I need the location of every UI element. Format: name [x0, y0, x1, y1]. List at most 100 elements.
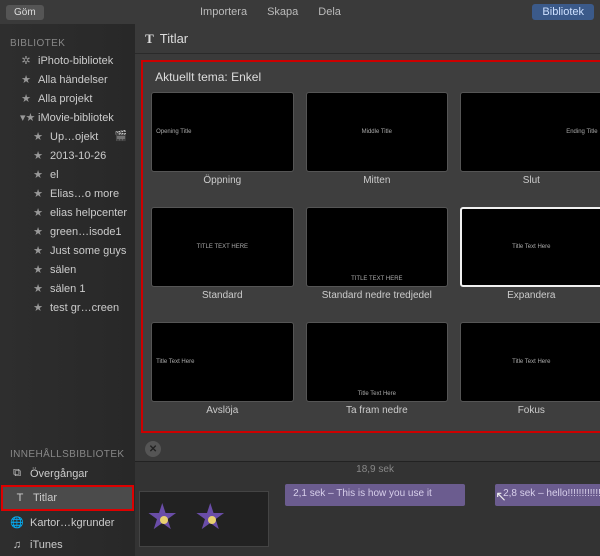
title-clip[interactable]: 2,1 sek – This is how you use it [285, 484, 465, 506]
title-preset[interactable]: Title Text Here Expandera [460, 207, 600, 312]
toolbar-import[interactable]: Importera [200, 6, 247, 18]
title-caption: Fokus [518, 405, 545, 427]
title-thumbnail: TITLE TEXT HERE [306, 207, 449, 287]
title-caption: Mitten [363, 175, 390, 197]
title-caption: Ta fram nedre [346, 405, 408, 427]
panel-title: Titlar [160, 31, 188, 46]
content-library-label: Kartor…kgrunder [30, 517, 114, 529]
content-library-section-label: INNEHÅLLSBIBLIOTEK [0, 445, 135, 462]
title-thumbnail: Title Text Here [460, 322, 600, 402]
content-library-label: iTunes [30, 539, 63, 551]
sidebar-item-label: iPhoto-bibliotek [38, 55, 113, 67]
panel-footer: ✕ how [135, 437, 600, 461]
hide-button[interactable]: Göm [6, 5, 44, 20]
sidebar-item[interactable]: ★ green…isode1 [0, 222, 135, 241]
title-preset[interactable]: TITLE TEXT HERE Standard [151, 207, 294, 312]
sidebar-item[interactable]: ★ elias helpcenter [0, 203, 135, 222]
star-icon [192, 500, 232, 540]
star-icon: ★ [32, 187, 44, 200]
content-library-item[interactable]: 🌐 Kartor…kgrunder [0, 511, 135, 534]
star-icon: ★ [32, 301, 44, 314]
content-library-icon: ⧉ [10, 467, 24, 480]
titles-panel: Aktuellt tema: Enkel Opening TitleÖppnin… [141, 60, 600, 433]
title-thumbnail: Opening Title [151, 92, 294, 172]
sidebar-item[interactable]: ★ sälen [0, 260, 135, 279]
title-caption: Avslöja [206, 405, 238, 427]
sidebar-item-label: Up…ojekt [50, 131, 98, 143]
star-icon: ★ [20, 73, 32, 86]
star-icon: ★ [32, 263, 44, 276]
sidebar-item[interactable]: ★ test gr…creen [0, 298, 135, 317]
video-clip-thumbs[interactable] [139, 491, 269, 547]
content-library-item[interactable]: ⧉ Övergångar [0, 462, 135, 485]
titles-header-icon: T [145, 31, 154, 47]
toolbar-share[interactable]: Dela [318, 6, 341, 18]
sidebar-item[interactable]: ★Alla händelser [0, 70, 135, 89]
content-library-icon: ♫ [10, 539, 24, 551]
timeline[interactable]: 18,9 sek21,0 sek 2,1 sek – This is how y… [135, 461, 600, 556]
sidebar-item-label: sälen [50, 264, 76, 276]
title-thumbnail: TITLE TEXT HERE [151, 207, 294, 287]
title-preset[interactable]: Title Text Here Avslöja [151, 322, 294, 427]
title-preset[interactable]: Ending TitleSlut [460, 92, 600, 197]
content-library-label: Övergångar [30, 468, 88, 480]
content-library-item[interactable]: ♫ iTunes [0, 534, 135, 556]
time-mark [135, 464, 295, 475]
sidebar-item-label: elias helpcenter [50, 207, 127, 219]
title-thumbnail: Middle Title [306, 92, 449, 172]
close-icon[interactable]: ✕ [145, 441, 161, 457]
title-caption: Expandera [507, 290, 555, 312]
time-mark [455, 464, 600, 475]
sidebar-item[interactable]: ★ Just some guys [0, 241, 135, 260]
sidebar-item-label: green…isode1 [50, 226, 122, 238]
star-icon: ★ [32, 149, 44, 162]
content-library-icon: 🌐 [10, 516, 24, 529]
content-library-item[interactable]: T Titlar [1, 485, 134, 511]
star-icon: ★ [32, 206, 44, 219]
sidebar-item-label: 2013-10-26 [50, 150, 106, 162]
sidebar-item[interactable]: ✲ iPhoto-bibliotek [0, 51, 135, 70]
title-thumbnail: Title Text Here [151, 322, 294, 402]
sidebar-item-label: Just some guys [50, 245, 126, 257]
title-preset[interactable]: Middle Title Mitten [306, 92, 449, 197]
sidebar-item[interactable]: ★ el [0, 165, 135, 184]
title-preset[interactable]: Title Text Here Ta fram nedre [306, 322, 449, 427]
star-icon: ✲ [20, 54, 32, 67]
star-icon: ★ [32, 130, 44, 143]
sidebar-item[interactable]: ▾★iMovie-bibliotek [0, 108, 135, 127]
clapper-icon: 🎬 [115, 131, 127, 142]
sidebar-item-label: test gr…creen [50, 302, 119, 314]
sidebar-item-label: sälen 1 [50, 283, 85, 295]
title-caption: Standard [202, 290, 243, 312]
library-badge[interactable]: Bibliotek [532, 4, 594, 20]
star-icon: ★ [32, 244, 44, 257]
sidebar-item[interactable]: ★ Elias…o more [0, 184, 135, 203]
title-thumbnail: Title Text Here [306, 322, 449, 402]
sidebar: BIBLIOTEK ✲ iPhoto-bibliotek ★Alla händels… [0, 24, 135, 556]
cursor-icon: ↖ [495, 488, 507, 505]
toolbar-create[interactable]: Skapa [267, 6, 298, 18]
title-caption: Standard nedre tredjedel [322, 290, 432, 312]
title-preset[interactable]: Title Text Here Fokus [460, 322, 600, 427]
star-icon: ★ [20, 92, 32, 105]
star-icon: ★ [32, 168, 44, 181]
sidebar-item[interactable]: ★sälen 1 [0, 279, 135, 298]
title-preset[interactable]: Opening TitleÖppning [151, 92, 294, 197]
sidebar-item[interactable]: ★ Alla projekt [0, 89, 135, 108]
sidebar-item-label: Alla projekt [38, 93, 92, 105]
library-section-label: BIBLIOTEK [0, 34, 135, 51]
title-thumbnail: Title Text Here [460, 207, 600, 287]
title-preset[interactable]: TITLE TEXT HERE Standard nedre tredjedel [306, 207, 449, 312]
panel-header: T Titlar 🔍 [135, 24, 600, 54]
content-library-icon: T [13, 492, 27, 504]
current-theme-label: Aktuellt tema: Enkel [151, 68, 600, 92]
title-clip[interactable]: 2,8 sek – hello!!!!!!!!!!!!!! [495, 484, 600, 506]
sidebar-item[interactable]: ★ Up…ojekt 🎬 [0, 127, 135, 146]
star-icon [144, 500, 184, 540]
star-icon: ▾★ [20, 111, 32, 124]
sidebar-item[interactable]: ★ 2013-10-26 [0, 146, 135, 165]
sidebar-item-label: Elias…o more [50, 188, 119, 200]
sidebar-item-label: el [50, 169, 59, 181]
content-library-label: Titlar [33, 492, 57, 504]
star-icon: ★ [32, 225, 44, 238]
